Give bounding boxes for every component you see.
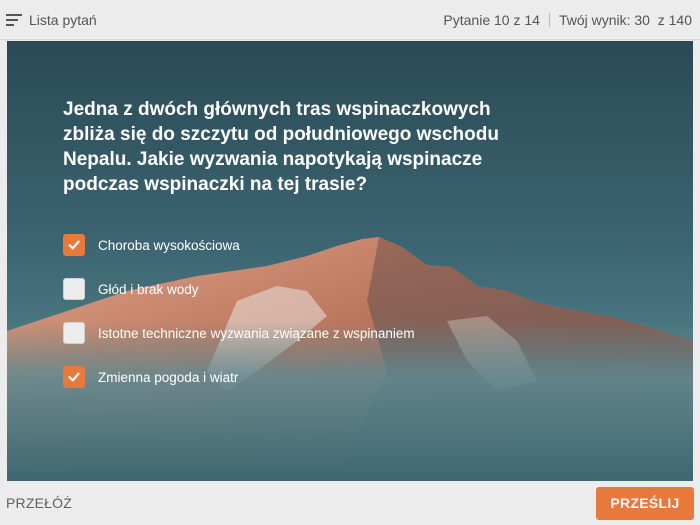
answer-options: Choroba wysokościowa Głód i brak wody Is… (63, 234, 503, 410)
submit-button[interactable]: PRZEŚLIJ (596, 486, 694, 520)
question-list-label: Lista pytań (29, 11, 97, 28)
checkbox-checked[interactable] (63, 366, 85, 388)
question-list-button[interactable]: Lista pytań (6, 12, 97, 28)
bottom-bar: PRZEŁÓŻ PRZEŚLIJ (0, 481, 700, 525)
checkbox-checked[interactable] (63, 234, 85, 256)
list-icon (6, 13, 22, 26)
question-progress: Pytanie 10 z 14 (443, 11, 540, 28)
divider (548, 12, 550, 27)
option-label: Choroba wysokościowa (98, 237, 240, 253)
option-hunger-thirst[interactable]: Głód i brak wody (63, 278, 503, 300)
score-display: Twój wynik: 30 z 140 (558, 11, 692, 28)
option-label: Głód i brak wody (98, 281, 199, 297)
option-altitude-sickness[interactable]: Choroba wysokościowa (63, 234, 503, 256)
check-icon (68, 372, 80, 382)
checkbox-unchecked[interactable] (63, 322, 85, 344)
skip-button[interactable]: PRZEŁÓŻ (6, 495, 72, 511)
option-technical-challenges[interactable]: Istotne techniczne wyzwania związane z w… (63, 322, 503, 344)
checkbox-unchecked[interactable] (63, 278, 85, 300)
option-label: Istotne techniczne wyzwania związane z w… (98, 325, 415, 341)
progress-area: Pytanie 10 z 14 Twój wynik: 30 z 140 (443, 12, 692, 28)
question-text: Jedna z dwóch głównych tras wspinaczkowy… (63, 99, 499, 195)
question-stage: Jedna z dwóch głównych tras wspinaczkowy… (7, 41, 693, 481)
check-icon (68, 240, 80, 250)
option-weather-wind[interactable]: Zmienna pogoda i wiatr (63, 366, 503, 388)
option-label: Zmienna pogoda i wiatr (98, 369, 239, 385)
top-bar: Lista pytań Pytanie 10 z 14 Twój wynik: … (0, 0, 700, 40)
